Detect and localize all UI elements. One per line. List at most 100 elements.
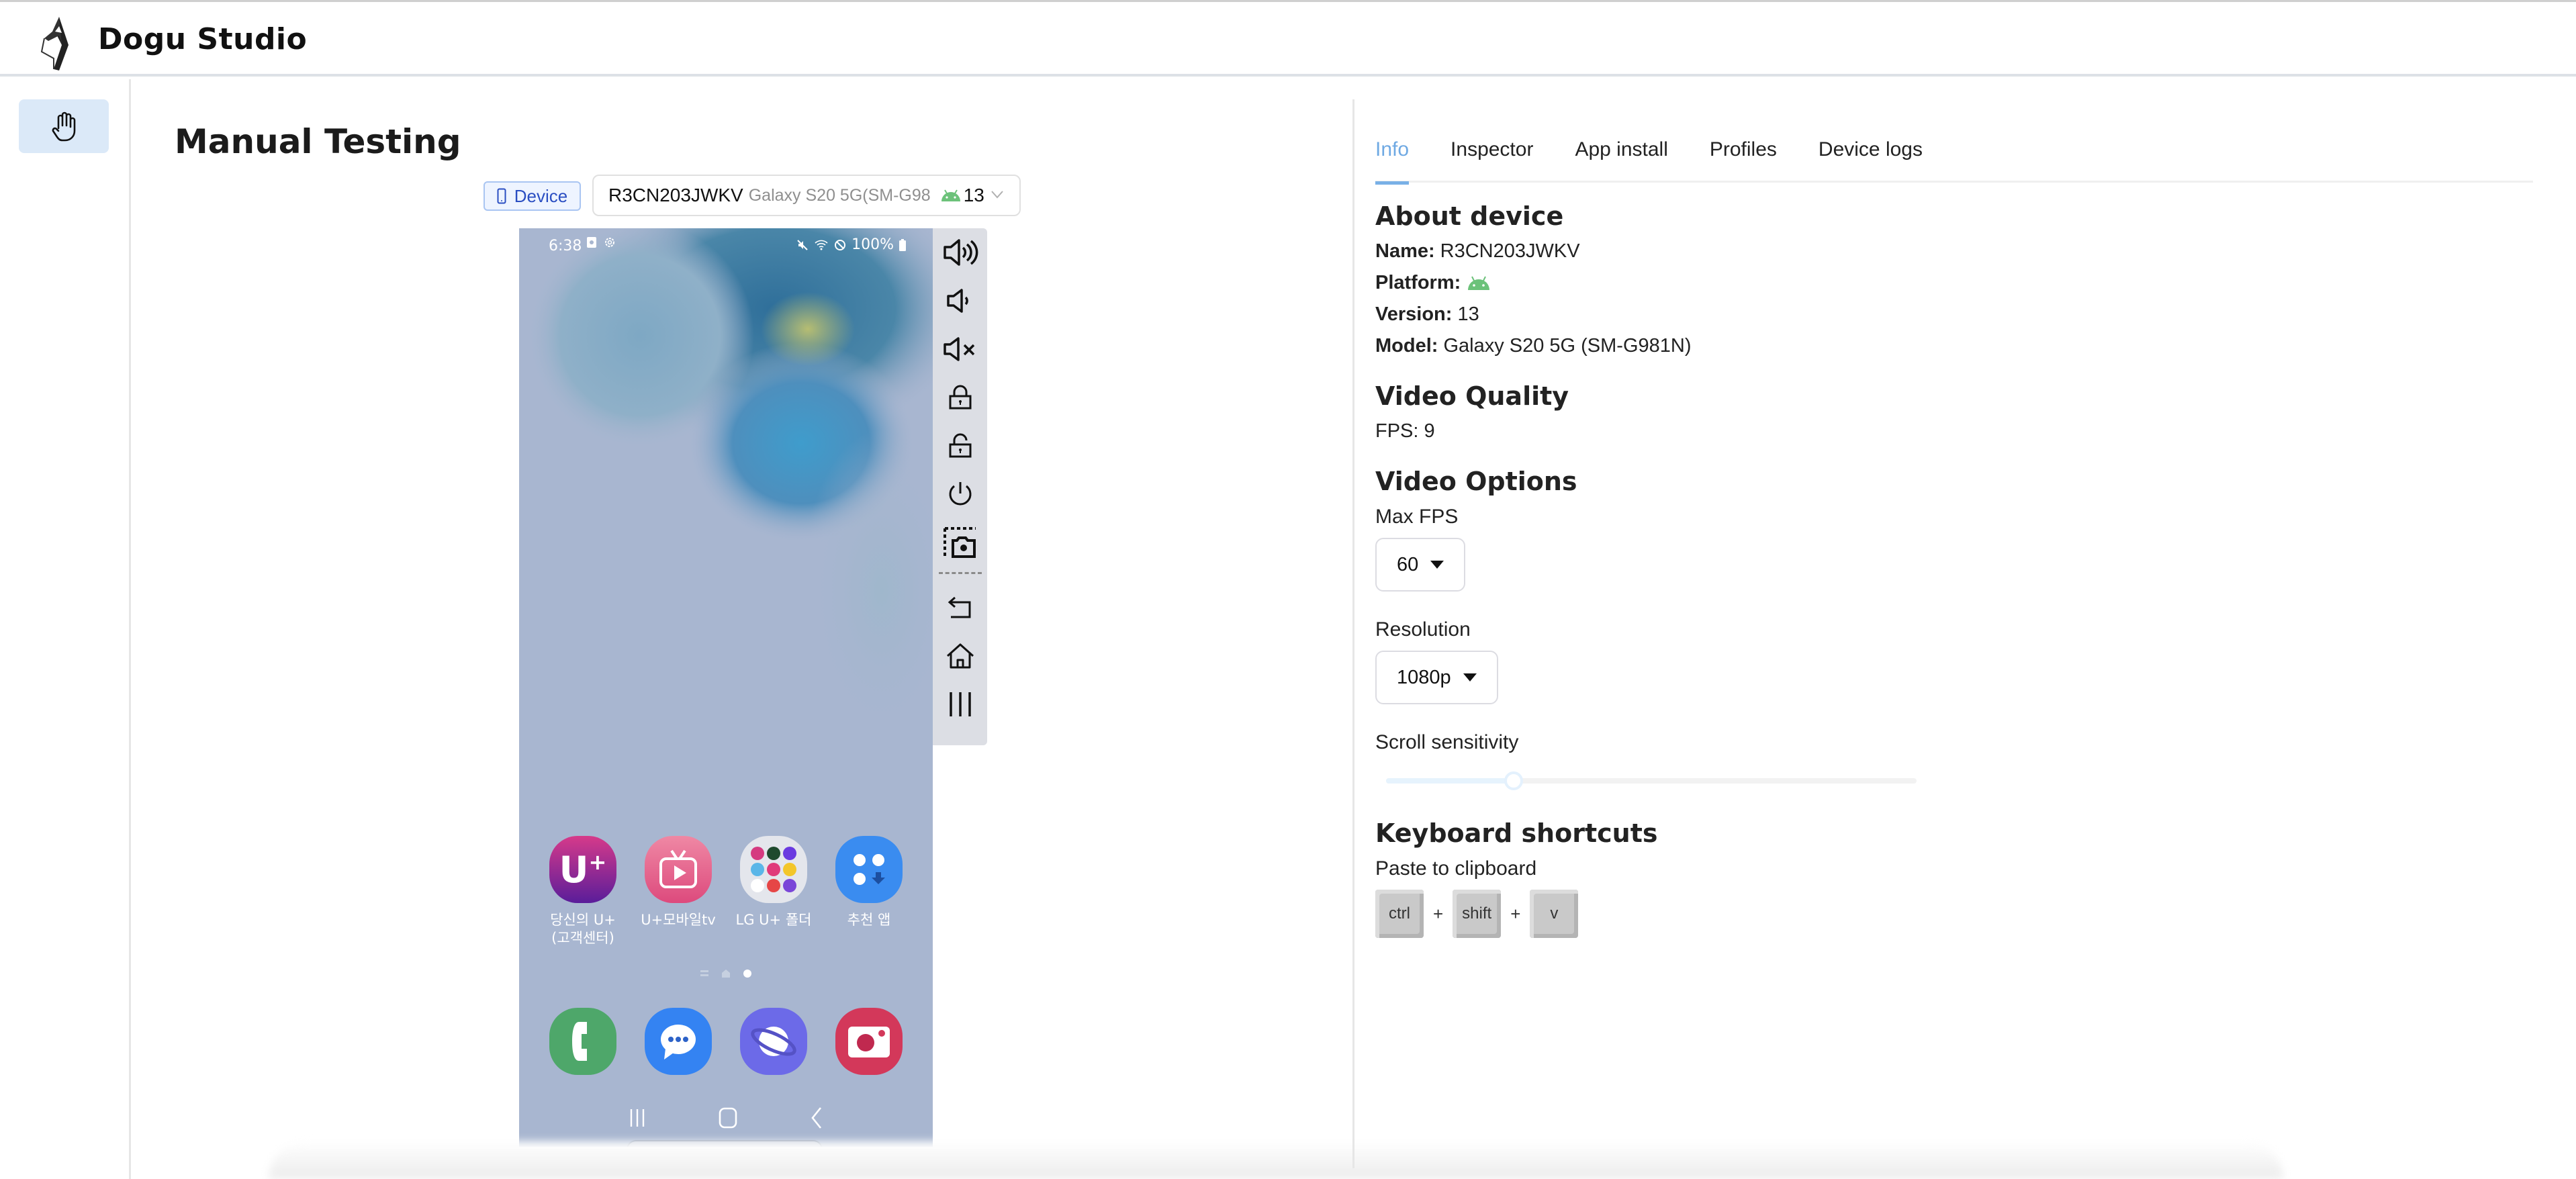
model-label: Model: (1375, 335, 1438, 357)
lock-button[interactable] (937, 373, 984, 422)
volume-mute-icon (943, 337, 974, 361)
recent-apps-button[interactable] (937, 680, 984, 728)
device-model-row: Model: Galaxy S20 5G (SM-G981N) (1375, 335, 2517, 357)
scroll-sensitivity-label: Scroll sensitivity (1375, 731, 1519, 753)
key-plus: + (1510, 903, 1521, 924)
resolution-value: 1080p (1397, 666, 1451, 688)
uplus-icon: U+ (549, 836, 616, 903)
key-plus: + (1433, 903, 1444, 924)
page-dot-active (743, 970, 751, 978)
shortcut-keys: ctrl + shift + v (1375, 890, 2517, 938)
husky-logo-icon (40, 17, 68, 70)
key-v: v (1530, 890, 1579, 938)
page-indicator (519, 970, 933, 978)
page-home-indicator (722, 970, 730, 978)
slider-thumb[interactable] (1504, 771, 1523, 790)
device-select[interactable]: R3CN203JWKV Galaxy S20 5G(SM-G981N) 13 (592, 175, 1021, 216)
lock-icon (949, 385, 971, 410)
hand-icon (52, 111, 76, 142)
sidebar (0, 79, 131, 1179)
status-time: 6:38 (549, 238, 582, 254)
recents-icon[interactable] (629, 1108, 646, 1128)
app-lg-uplus-folder[interactable]: LG U+ 폴더 (730, 836, 817, 948)
messages-icon[interactable] (645, 1008, 712, 1075)
settings-gear-icon (605, 238, 614, 247)
max-fps-label: Max FPS (1375, 506, 1459, 528)
max-fps-select[interactable]: 60 (1375, 538, 1466, 592)
recommended-apps-icon (835, 836, 903, 903)
home-icon[interactable] (718, 1107, 738, 1129)
do-not-disturb-icon (835, 239, 846, 250)
device-platform-version: 13 (939, 185, 984, 206)
tab-inspector[interactable]: Inspector (1451, 134, 1533, 183)
resolution-label: Resolution (1375, 618, 1471, 641)
tab-profiles[interactable]: Profiles (1710, 134, 1777, 183)
name-label: Name: (1375, 240, 1435, 262)
internet-planet-icon[interactable] (740, 1008, 807, 1075)
tab-app-install[interactable]: App install (1575, 134, 1667, 183)
screenshot-button[interactable] (937, 518, 984, 567)
status-bar: 6:38 100% (519, 228, 933, 262)
slider-fill (1386, 778, 1514, 784)
home-button[interactable] (937, 632, 984, 680)
wifi-icon (815, 240, 828, 250)
scroll-sensitivity-slider[interactable] (1386, 771, 1917, 790)
back-arrow-icon (948, 596, 970, 618)
device-type-label: Device (514, 185, 568, 206)
app-uplus[interactable]: U+ 당신의 U+ (고객센터) (539, 836, 627, 948)
page-list-indicator (700, 970, 708, 976)
power-icon (949, 482, 971, 506)
recent-apps-icon (949, 692, 971, 716)
device-type-button[interactable]: Device (484, 181, 581, 211)
app-label: LG U+ 폴더 (735, 912, 812, 928)
device-serial: R3CN203JWKV (608, 185, 743, 205)
device-controls-panel (933, 228, 987, 745)
volume-down-button[interactable] (937, 277, 984, 325)
notification-icon (587, 237, 596, 248)
tab-device-logs[interactable]: Device logs (1819, 134, 1923, 183)
device-name-row: Name: R3CN203JWKV (1375, 240, 2517, 263)
unlock-button[interactable] (937, 422, 984, 470)
model-value: Galaxy S20 5G (SM-G981N) (1443, 335, 1692, 357)
battery-percent: 100% (852, 236, 894, 253)
video-options-heading: Video Options (1375, 467, 1577, 496)
panel-divider[interactable] (1352, 99, 1354, 1168)
dock (519, 1008, 933, 1075)
device-platform-row: Platform: (1375, 272, 2517, 294)
camera-icon[interactable] (835, 1008, 903, 1075)
keyboard-shortcuts-heading: Keyboard shortcuts (1375, 818, 1658, 848)
home-icon (946, 643, 974, 669)
phone-icon[interactable] (549, 1008, 616, 1075)
mute-icon (797, 239, 808, 250)
device-version: 13 (963, 185, 984, 205)
controls-separator (938, 572, 982, 574)
android-nav-bar (519, 1101, 933, 1135)
app-label: U+모바일tv (641, 912, 716, 928)
info-panel: About device Name: R3CN203JWKV Platform:… (1375, 201, 2517, 938)
back-icon[interactable] (810, 1106, 823, 1129)
volume-up-button[interactable] (937, 228, 984, 277)
unlock-icon (949, 433, 971, 458)
app-recommended[interactable]: 추천 앱 (825, 836, 913, 948)
app-label: 추천 앱 (847, 912, 891, 928)
version-value: 13 (1457, 303, 1479, 325)
platform-label: Platform: (1375, 272, 1461, 293)
max-fps-value: 60 (1397, 553, 1419, 575)
video-quality-heading: Video Quality (1375, 381, 1569, 411)
mute-button[interactable] (937, 325, 984, 373)
battery-icon (899, 238, 906, 251)
tab-info[interactable]: Info (1375, 134, 1410, 185)
device-screen[interactable]: 6:38 100% U+ 당신의 U+ (고객센터) U+모바일tv LG U+… (519, 228, 933, 1147)
volume-up-icon (943, 239, 978, 266)
resolution-select[interactable]: 1080p (1375, 651, 1498, 704)
chevron-down-icon (990, 185, 1005, 206)
back-button[interactable] (937, 583, 984, 632)
app-header: Dogu Studio (0, 2, 2576, 77)
android-icon (941, 189, 960, 201)
app-uplus-mobile-tv[interactable]: U+모바일tv (635, 836, 722, 948)
fps-readout: FPS: 9 (1375, 420, 1435, 442)
power-button[interactable] (937, 470, 984, 518)
sidebar-item-manual-testing[interactable] (19, 99, 109, 153)
shortcut-name: Paste to clipboard (1375, 857, 1537, 880)
android-icon (1468, 276, 1490, 290)
